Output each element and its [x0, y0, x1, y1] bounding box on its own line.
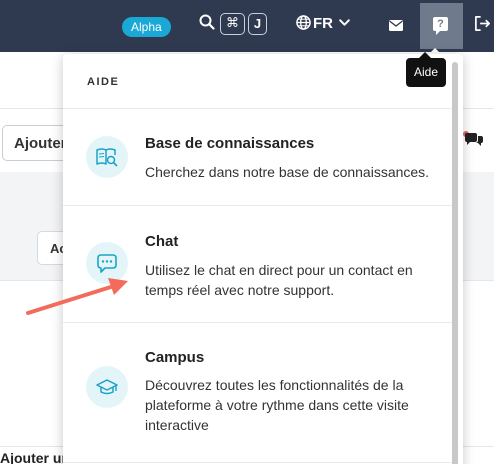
menu-divider	[63, 462, 453, 463]
help-item-description: Cherchez dans notre base de connaissance…	[145, 164, 430, 180]
language-selector[interactable]: FR	[313, 15, 333, 32]
logout-icon[interactable]	[474, 15, 491, 37]
search-icon[interactable]	[199, 14, 215, 35]
help-item-title: Campus	[145, 349, 205, 366]
help-tooltip: Aide	[406, 52, 446, 87]
shortcut-key-j: J	[248, 13, 267, 35]
help-item-campus[interactable]: Campus Découvrez toutes les fonctionnali…	[63, 322, 453, 462]
top-navigation-bar: Alpha ⌘ J FR ?	[0, 0, 494, 52]
book-search-icon	[86, 136, 128, 178]
help-item-title: Chat	[145, 233, 179, 250]
shortcut-key-cmd: ⌘	[220, 13, 245, 35]
graduation-cap-icon	[86, 366, 128, 408]
help-dropdown: AIDE Base de connaissances Cherchez dans…	[63, 54, 463, 464]
chevron-down-icon[interactable]	[338, 16, 351, 34]
comments-icon[interactable]	[464, 133, 484, 156]
globe-icon[interactable]	[296, 15, 311, 35]
mail-icon[interactable]	[389, 18, 403, 36]
help-button[interactable]: ?	[420, 3, 463, 49]
alpha-badge: Alpha	[122, 17, 171, 37]
help-item-knowledge-base[interactable]: Base de connaissances Cherchez dans notr…	[63, 108, 453, 205]
help-item-description: Utilisez le chat en direct pour un conta…	[145, 262, 413, 298]
help-item-description: Découvrez toutes les fonctionnalités de …	[145, 377, 409, 433]
help-item-title: Base de connaissances	[145, 135, 315, 152]
help-icon: ?	[433, 17, 448, 35]
annotation-arrow-icon	[24, 276, 134, 323]
help-menu-header: AIDE	[87, 76, 120, 88]
scrollbar[interactable]	[452, 62, 458, 464]
